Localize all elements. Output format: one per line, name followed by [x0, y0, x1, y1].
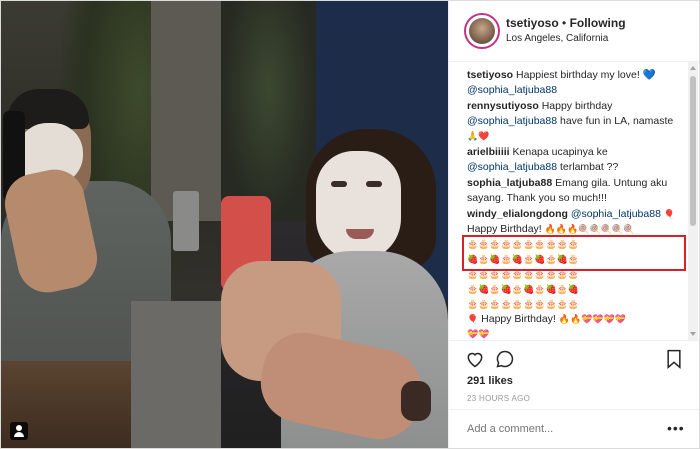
- post-header: tsetiyoso • Following Los Angeles, Calif…: [449, 1, 699, 62]
- scroll-up-icon[interactable]: [690, 66, 696, 70]
- instagram-post-modal: tsetiyoso • Following Los Angeles, Calif…: [0, 0, 700, 449]
- emoji-row: 🎂🎂🎂🎂🎂🎂🎂🎂🎂🎂: [467, 299, 580, 309]
- likes-count[interactable]: 291 likes: [467, 375, 513, 387]
- comment-text: Happy birthday: [541, 100, 613, 112]
- comment-mention[interactable]: @sophia_latjuba88: [467, 84, 557, 96]
- emoji-balloon-icon: 🎈: [663, 209, 676, 219]
- post-author: tsetiyoso • Following: [506, 16, 626, 30]
- comment-text: Kenapa ucapinya ke: [512, 146, 608, 158]
- header-separator: •: [558, 16, 570, 30]
- comment-item: rennysutiyoso Happy birthday @sophia_lat…: [467, 99, 681, 144]
- emoji-heart-icon: 💙: [642, 69, 656, 81]
- emoji-row: 🔥🔥🔥🍭🍭🍭🍭🍭: [544, 224, 635, 234]
- scrollbar-thumb[interactable]: [690, 76, 696, 226]
- comment-username[interactable]: sophia_latjuba88: [467, 177, 552, 189]
- comment-text: Happiest birthday my love!: [516, 69, 640, 81]
- emoji-balloon-icon: 🎈: [467, 314, 479, 324]
- comment-text: Happy Birthday!: [481, 313, 556, 325]
- comment-icon[interactable]: [495, 349, 515, 369]
- emoji-row: 🔥🔥💝💝💝💝: [558, 314, 627, 324]
- comment-mention[interactable]: @sophia_latjuba88: [571, 208, 661, 220]
- comment-item-highlighted: sophia_latjuba88 Emang gila. Untung aku …: [467, 176, 681, 206]
- comment-username[interactable]: windy_elialongdong: [467, 208, 568, 220]
- comment-username[interactable]: rennysutiyoso: [467, 100, 539, 112]
- add-comment-bar: •••: [449, 409, 699, 448]
- add-comment-input[interactable]: [467, 420, 647, 438]
- scroll-down-icon[interactable]: [690, 332, 696, 336]
- avatar[interactable]: [464, 13, 500, 49]
- emoji-row: 💝💝: [467, 329, 490, 339]
- comments-list[interactable]: tsetiyoso Happiest birthday my love! 💙 @…: [449, 62, 687, 340]
- comment-username[interactable]: arielbiiiii: [467, 146, 510, 158]
- more-options-icon[interactable]: •••: [667, 420, 685, 436]
- comment-item: windy_elialongdong @sophia_latjuba88 🎈 H…: [467, 207, 681, 340]
- bookmark-icon[interactable]: [665, 349, 683, 369]
- comment-mention[interactable]: @sophia_latjuba88: [467, 161, 557, 173]
- comment-text: have fun in LA, namaste: [559, 115, 674, 127]
- following-button[interactable]: Following: [570, 16, 626, 30]
- post-side-panel: tsetiyoso • Following Los Angeles, Calif…: [448, 1, 699, 448]
- comment-item: tsetiyoso Happiest birthday my love! 💙 @…: [467, 68, 681, 98]
- post-location[interactable]: Los Angeles, California: [506, 33, 608, 44]
- heart-icon[interactable]: [465, 349, 485, 369]
- highlight-box: [462, 235, 686, 271]
- comment-item: arielbiiiii Kenapa ucapinya ke @sophia_l…: [467, 145, 681, 175]
- photo-right-half: [221, 1, 448, 448]
- author-username[interactable]: tsetiyoso: [506, 16, 559, 30]
- emoji-row: 🎂🍓🎂🍓🎂🍓🎂🍓🎂🍓: [467, 284, 580, 294]
- emoji-pray-heart-icon: 🙏❤️: [467, 131, 490, 141]
- comment-text: Happy Birthday!: [467, 223, 542, 235]
- comment-text: terlambat ??: [559, 161, 619, 173]
- post-timestamp[interactable]: 23 HOURS AGO: [467, 394, 530, 403]
- post-photo[interactable]: [1, 1, 448, 448]
- photo-left-half: [1, 1, 221, 448]
- user-tag-icon[interactable]: [10, 422, 28, 440]
- comment-username[interactable]: tsetiyoso: [467, 69, 513, 81]
- post-actions: 291 likes 23 HOURS AGO •••: [449, 340, 699, 448]
- comment-mention[interactable]: @sophia_latjuba88: [467, 115, 557, 127]
- comments-scrollbar[interactable]: [688, 62, 698, 340]
